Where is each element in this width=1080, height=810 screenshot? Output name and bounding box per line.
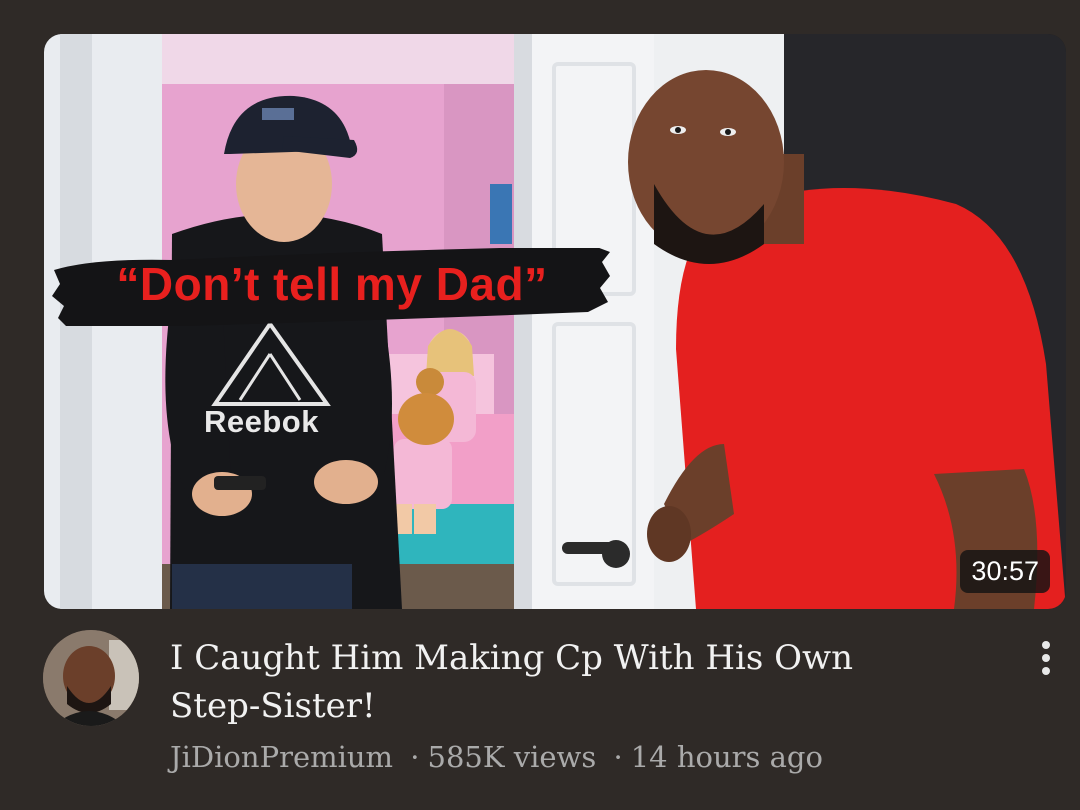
meta-separator: ·: [410, 740, 420, 774]
channel-name[interactable]: JiDionPremium: [170, 740, 393, 774]
upload-age: 14 hours ago: [630, 740, 823, 774]
thumbnail-quote-banner: “Don’t tell my Dad”: [52, 248, 612, 326]
duration-badge: 30:57: [960, 550, 1050, 593]
meta-separator: ·: [613, 740, 623, 774]
video-metadata: JiDionPremium · 585K views · 14 hours ago: [170, 740, 823, 774]
more-vertical-icon[interactable]: [1030, 636, 1062, 680]
more-dot: [1042, 667, 1050, 675]
more-dot: [1042, 654, 1050, 662]
avatar-image: [43, 630, 139, 726]
video-thumbnail[interactable]: “Don’t tell my Dad” Reebok 30:57: [44, 34, 1066, 609]
thumbnail-brand-text: Reebok: [204, 404, 319, 439]
more-dot: [1042, 641, 1050, 649]
video-title[interactable]: I Caught Him Making Cp With His Own Step…: [170, 634, 910, 730]
channel-avatar[interactable]: [43, 630, 139, 726]
view-count: 585K views: [427, 740, 597, 774]
thumbnail-quote-text: “Don’t tell my Dad”: [116, 258, 548, 310]
video-feed-item: “Don’t tell my Dad” Reebok 30:57 I Caugh…: [0, 0, 1080, 810]
